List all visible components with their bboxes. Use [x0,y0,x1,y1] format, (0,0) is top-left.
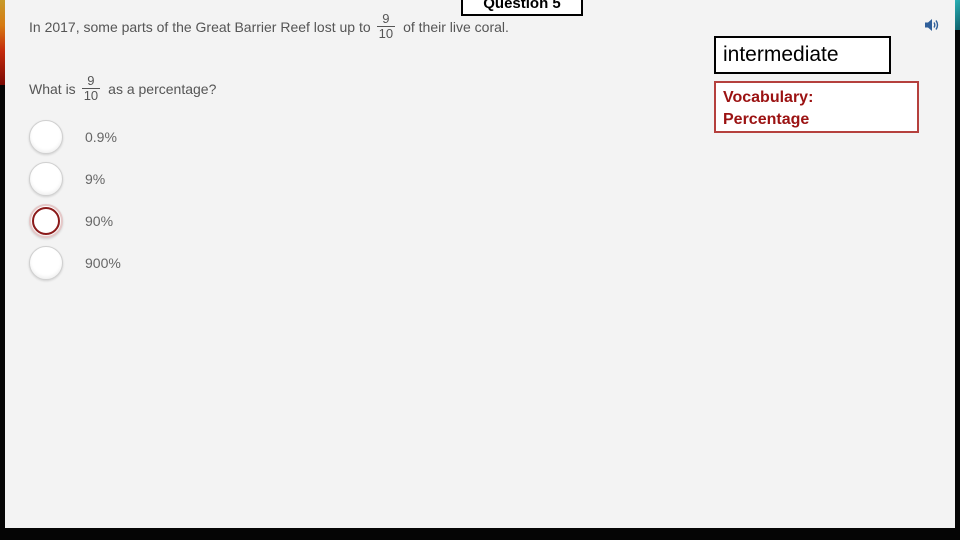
question-after: as a percentage? [108,80,217,97]
prompt-text: In 2017, some parts of the Great Barrier… [29,12,509,41]
fraction-numerator: 9 [87,73,95,88]
prompt-fraction: 9 10 [376,11,396,41]
fraction-denominator: 10 [376,26,396,41]
question-before: What is [29,80,76,97]
radio-button[interactable] [29,246,63,280]
answer-option[interactable]: 0.9% [29,116,121,158]
speaker-icon[interactable] [923,16,941,34]
vocabulary-label: Vocabulary: Percentage [714,81,919,133]
answer-option-selected[interactable]: 90% [29,200,121,242]
prompt-before: In 2017, some parts of the Great Barrier… [29,18,371,35]
answer-options: 0.9% 9% 90% 900% [29,116,121,284]
option-label: 9% [85,171,106,187]
prompt-after: of their live coral. [403,18,509,35]
radio-button[interactable] [29,120,63,154]
option-label: 90% [85,213,114,229]
difficulty-level-label: intermediate [714,36,891,74]
question-fraction: 9 10 [81,73,101,103]
radio-button[interactable] [29,162,63,196]
radio-button-selected[interactable] [29,204,63,238]
option-label: 0.9% [85,129,117,145]
vocabulary-term: Percentage [723,111,810,128]
fraction-denominator: 10 [81,88,101,103]
option-label: 900% [85,255,121,271]
answer-option[interactable]: 9% [29,158,121,200]
fraction-numerator: 9 [382,11,390,26]
question-panel: In 2017, some parts of the Great Barrier… [5,0,955,528]
question-text: What is 9 10 as a percentage? [29,74,216,103]
question-number-label: Question 5 [461,0,583,16]
vocabulary-heading: Vocabulary: [723,89,814,106]
answer-option[interactable]: 900% [29,242,121,284]
